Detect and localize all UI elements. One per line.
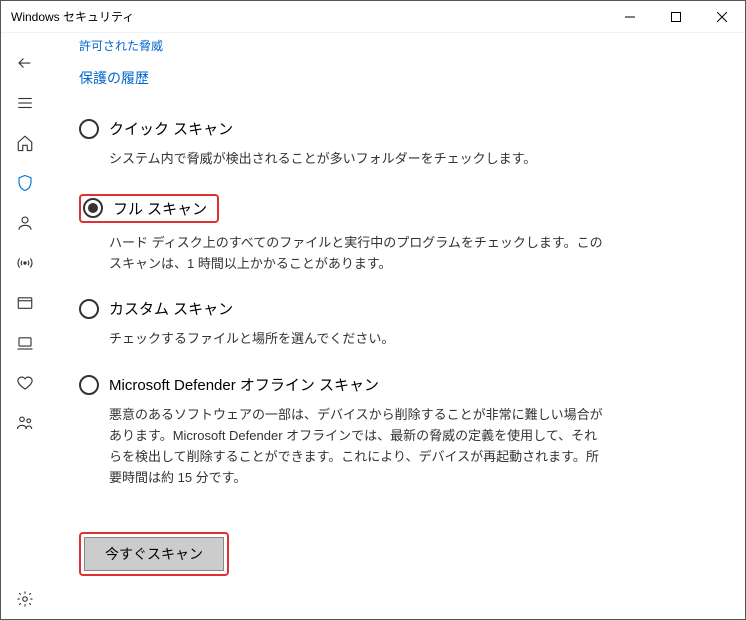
minimize-button[interactable] [607, 1, 653, 33]
home-icon[interactable] [1, 123, 49, 163]
account-icon[interactable] [1, 203, 49, 243]
quick-scan-option: クイック スキャン システム内で脅威が検出されることが多いフォルダーをチェックし… [79, 118, 705, 170]
protection-history-link[interactable]: 保護の履歴 [79, 68, 705, 88]
scan-now-button[interactable]: 今すぐスキャン [84, 537, 224, 571]
back-icon[interactable] [1, 43, 49, 83]
quick-scan-radio[interactable] [79, 119, 99, 139]
settings-icon[interactable] [1, 579, 49, 619]
antenna-icon[interactable] [1, 243, 49, 283]
custom-scan-label: カスタム スキャン [109, 298, 233, 319]
full-scan-highlight: フル スキャン [79, 194, 219, 223]
menu-icon[interactable] [1, 83, 49, 123]
app-icon[interactable] [1, 283, 49, 323]
custom-scan-radio[interactable] [79, 299, 99, 319]
heart-icon[interactable] [1, 363, 49, 403]
custom-scan-option: カスタム スキャン チェックするファイルと場所を選んでください。 [79, 298, 705, 350]
offline-scan-radio[interactable] [79, 375, 99, 395]
main-content: 許可された脅威 保護の履歴 クイック スキャン システム内で脅威が検出されること… [49, 33, 745, 619]
nav-rail [1, 33, 49, 619]
quick-scan-label: クイック スキャン [109, 118, 233, 139]
offline-scan-option: Microsoft Defender オフライン スキャン 悪意のあるソフトウェ… [79, 374, 705, 488]
title-bar: Windows セキュリティ [1, 1, 745, 33]
quick-scan-desc: システム内で脅威が検出されることが多いフォルダーをチェックします。 [109, 149, 609, 170]
device-icon[interactable] [1, 323, 49, 363]
full-scan-desc: ハード ディスク上のすべてのファイルと実行中のプログラムをチェックします。このス… [109, 233, 609, 275]
scan-now-highlight: 今すぐスキャン [79, 532, 229, 576]
window-title: Windows セキュリティ [11, 8, 607, 25]
shield-icon[interactable] [1, 163, 49, 203]
custom-scan-desc: チェックするファイルと場所を選んでください。 [109, 329, 609, 350]
maximize-button[interactable] [653, 1, 699, 33]
offline-scan-desc: 悪意のあるソフトウェアの一部は、デバイスから削除することが非常に難しい場合があり… [109, 405, 609, 488]
offline-scan-label: Microsoft Defender オフライン スキャン [109, 374, 379, 395]
full-scan-label: フル スキャン [113, 198, 207, 219]
family-icon[interactable] [1, 403, 49, 443]
allowed-threats-link[interactable]: 許可された脅威 [79, 37, 705, 54]
close-button[interactable] [699, 1, 745, 33]
full-scan-option: フル スキャン ハード ディスク上のすべてのファイルと実行中のプログラムをチェッ… [79, 194, 705, 275]
window-controls [607, 1, 745, 33]
full-scan-radio[interactable] [83, 198, 103, 218]
